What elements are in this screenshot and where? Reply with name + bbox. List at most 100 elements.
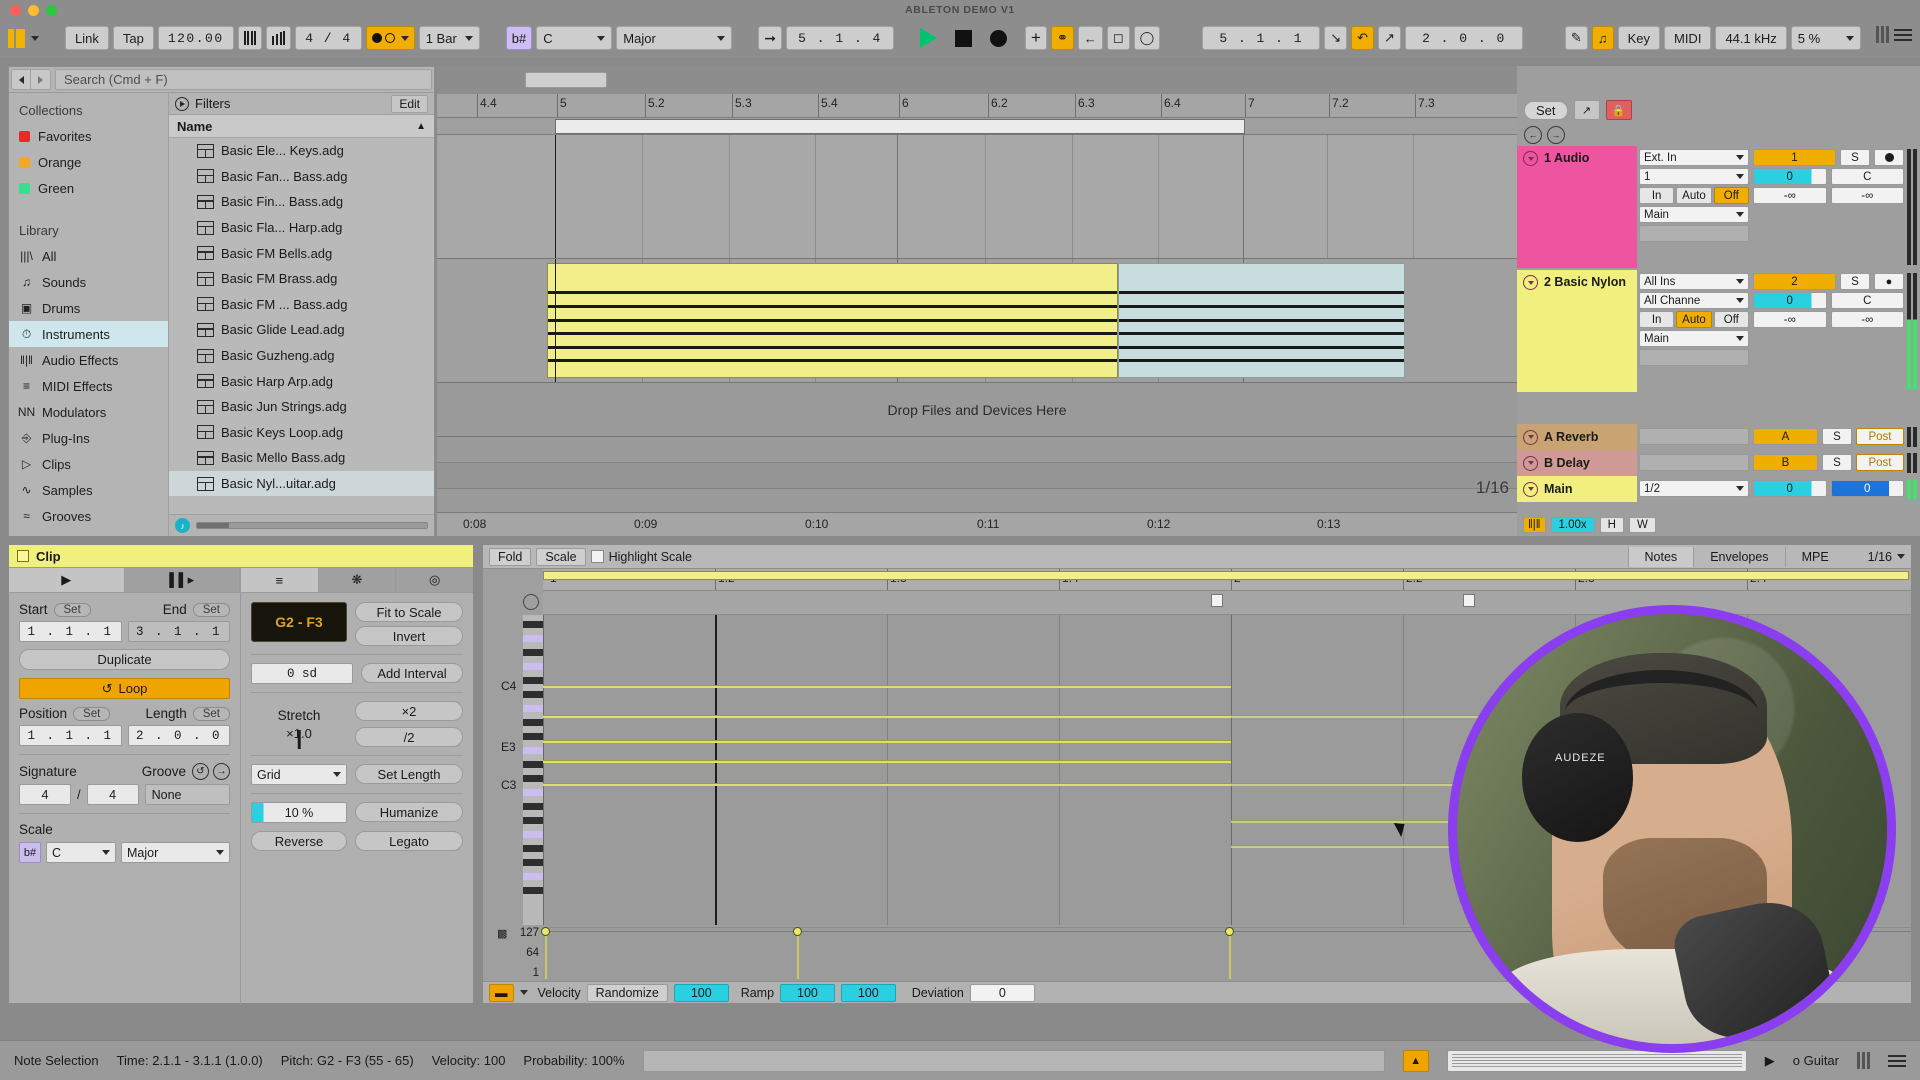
- list-item[interactable]: Basic Fin... Bass.adg: [169, 189, 434, 215]
- list-item[interactable]: Basic Ele... Keys.adg: [169, 138, 434, 164]
- link-button[interactable]: Link: [65, 26, 109, 50]
- loop-end-handle[interactable]: [1463, 594, 1475, 607]
- humanize-button[interactable]: Humanize: [355, 802, 463, 822]
- loop-start-handle[interactable]: [1211, 594, 1223, 607]
- list-item[interactable]: Basic Guzheng.adg: [169, 343, 434, 369]
- loop-icon[interactable]: [523, 594, 539, 610]
- list-item[interactable]: Basic Fla... Harp.adg: [169, 215, 434, 241]
- tab-note-target[interactable]: ◎: [396, 568, 474, 592]
- ramp-value-a-field[interactable]: 100: [780, 983, 835, 1002]
- back-to-arrangement-button[interactable]: ←: [1077, 26, 1103, 50]
- main-menu-button[interactable]: [1894, 28, 1912, 41]
- set-locator-button[interactable]: Set: [1524, 100, 1568, 120]
- post-button[interactable]: Post: [1856, 428, 1904, 445]
- humanize-amount-field[interactable]: 10 %: [251, 802, 347, 823]
- fold-main-icon[interactable]: [1523, 481, 1538, 497]
- sidebar-item-audio-effects[interactable]: ‖|‖ Audio Effects: [9, 347, 168, 373]
- punch-in-button[interactable]: ↘: [1324, 26, 1348, 50]
- track-lane-midi[interactable]: [437, 259, 1517, 383]
- crossfade-minimap[interactable]: [1446, 1049, 1747, 1072]
- collection-item-favorites[interactable]: Favorites: [9, 123, 168, 149]
- legato-button[interactable]: Legato: [355, 831, 463, 851]
- piano-keyboard[interactable]: [523, 615, 543, 925]
- monitor-auto-button[interactable]: Auto: [1676, 311, 1712, 328]
- punch-out-button[interactable]: ↗: [1378, 26, 1401, 50]
- sidebar-item-clips[interactable]: ▷ Clips: [9, 451, 168, 477]
- arrangement-position-field[interactable]: 5 . 1 . 4: [786, 26, 894, 50]
- output-select[interactable]: Main: [1639, 330, 1749, 347]
- list-item[interactable]: Basic Glide Lead.adg: [169, 317, 434, 343]
- return-lane-a[interactable]: [437, 437, 1517, 463]
- scale-accidental-icon[interactable]: b#: [19, 842, 41, 863]
- midi-clip-tail[interactable]: [1118, 263, 1405, 378]
- follow-button[interactable]: [365, 26, 415, 50]
- piano-roll-ruler[interactable]: 1 1.2 1.3 1.4 2 2.2 2.3 2.4: [543, 569, 1911, 591]
- list-item[interactable]: Basic Harp Arp.adg: [169, 368, 434, 394]
- tempo-field[interactable]: 120.00: [157, 26, 234, 50]
- fold-return-icon[interactable]: [1523, 429, 1538, 445]
- fit-to-scale-button[interactable]: Fit to Scale: [355, 602, 463, 622]
- velocity-point[interactable]: [541, 927, 550, 936]
- list-item[interactable]: Basic Jun Strings.adg: [169, 394, 434, 420]
- sort-asc-icon[interactable]: ▲: [416, 121, 426, 132]
- piano-roll-grid-value[interactable]: 1/16: [1868, 550, 1892, 564]
- punch-position-field[interactable]: 5 . 1 . 1: [1202, 26, 1321, 50]
- loop-toggle-button[interactable]: ↶: [1351, 26, 1375, 50]
- metronome-button[interactable]: [237, 26, 263, 50]
- end-set-button[interactable]: Set: [192, 602, 230, 617]
- main-pan-field[interactable]: 0: [1830, 480, 1904, 497]
- tab-mpe[interactable]: MPE: [1784, 546, 1845, 567]
- monitor-off-button[interactable]: Off: [1713, 311, 1749, 328]
- tab-notes-view[interactable]: ▌▌▸: [124, 568, 240, 592]
- list-item[interactable]: Basic Mello Bass.adg: [169, 445, 434, 471]
- duplicate-button[interactable]: Duplicate: [19, 649, 230, 670]
- key-scale-select[interactable]: Major: [616, 26, 733, 50]
- monitor-toggle-group[interactable]: In Auto Off: [1639, 311, 1749, 328]
- tab-note-chance[interactable]: ❋: [318, 568, 397, 592]
- tab-envelopes[interactable]: Envelopes: [1693, 546, 1784, 567]
- fold-button[interactable]: Fold: [489, 547, 532, 566]
- scale-root-select[interactable]: C: [46, 842, 116, 863]
- key-map-button[interactable]: Key: [1617, 26, 1660, 50]
- return-header-a[interactable]: A Reverb: [1517, 424, 1637, 450]
- velocity-mode-icon[interactable]: ▬: [489, 983, 514, 1002]
- zoom-height-button[interactable]: H: [1599, 517, 1624, 533]
- preview-scrub-bar[interactable]: [196, 522, 428, 529]
- computer-midi-keyboard-button[interactable]: ♫: [1591, 26, 1614, 50]
- input-channel-select[interactable]: 1: [1639, 168, 1749, 185]
- return-lane-b[interactable]: [437, 463, 1517, 489]
- monitor-in-button[interactable]: In: [1639, 187, 1675, 204]
- tap-tempo-button[interactable]: Tap: [112, 26, 154, 50]
- time-ruler[interactable]: 0:08 0:09 0:10 0:11 0:12 0:13: [437, 512, 1517, 536]
- sidebar-item-midi-effects[interactable]: ≡ MIDI Effects: [9, 373, 168, 399]
- file-list[interactable]: Basic Ele... Keys.adg Basic Fan... Bass.…: [169, 138, 434, 496]
- highlight-scale-checkbox[interactable]: [590, 550, 604, 563]
- list-item[interactable]: Basic Fan... Bass.adg: [169, 164, 434, 190]
- groove-field[interactable]: None: [144, 784, 230, 805]
- status-menu-button[interactable]: [1888, 1054, 1906, 1067]
- list-item[interactable]: Basic FM ... Bass.adg: [169, 292, 434, 318]
- input-type-select[interactable]: Ext. In: [1639, 149, 1749, 166]
- key-root-select[interactable]: C: [536, 26, 613, 50]
- list-item[interactable]: Basic FM Brass.adg: [169, 266, 434, 292]
- pan-field[interactable]: C: [1830, 292, 1904, 309]
- loop-length-field[interactable]: 2 . 0 . 0: [1404, 26, 1523, 50]
- sidebar-item-modulators[interactable]: NN Modulators: [9, 399, 168, 425]
- monitor-in-button[interactable]: In: [1639, 311, 1675, 328]
- loop-brace[interactable]: [555, 119, 1245, 134]
- return-letter-button[interactable]: B: [1753, 454, 1818, 471]
- volume-field[interactable]: 0: [1753, 292, 1827, 309]
- mini-play-icon[interactable]: ▶: [1765, 1053, 1775, 1069]
- velocity-point[interactable]: [1225, 927, 1234, 936]
- return-output-select[interactable]: [1639, 454, 1749, 471]
- groove-hotswap-icon[interactable]: ↺: [192, 763, 209, 780]
- note[interactable]: [543, 685, 1231, 688]
- main-volume-field[interactable]: 0: [1753, 480, 1827, 497]
- previous-locator-button[interactable]: ←: [1524, 126, 1542, 144]
- arm-button[interactable]: 1: [1753, 149, 1836, 166]
- midi-clip[interactable]: [547, 263, 1118, 378]
- sidebar-item-plug-ins[interactable]: ⎆ Plug-Ins: [9, 425, 168, 451]
- arm-button[interactable]: 2: [1753, 273, 1836, 290]
- browser-forward-button[interactable]: [31, 69, 51, 90]
- clip-color-icon[interactable]: [17, 550, 29, 562]
